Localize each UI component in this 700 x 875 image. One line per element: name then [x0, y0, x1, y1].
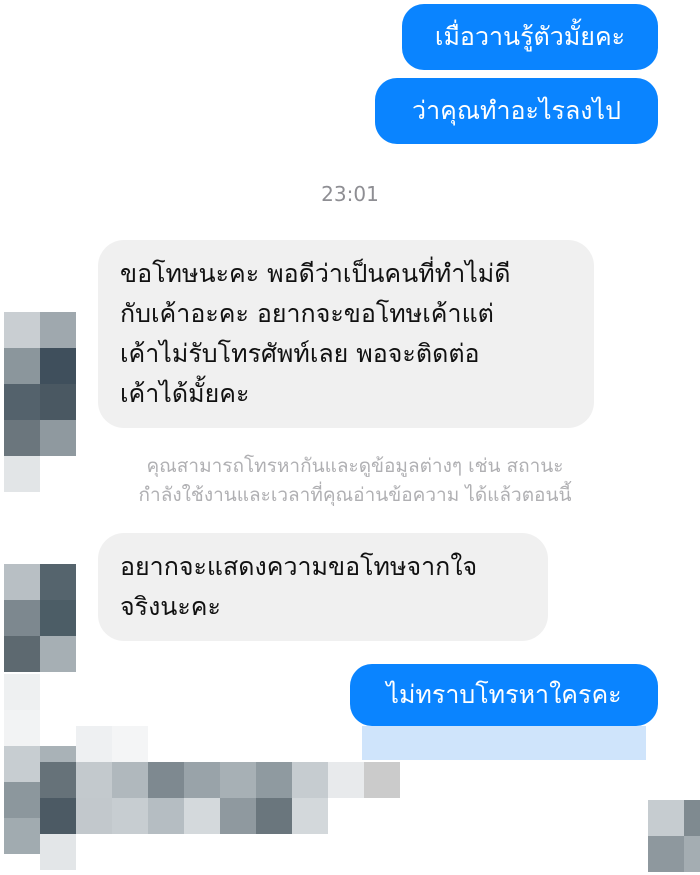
- received-message-bubble[interactable]: ขอโทษนะคะ พอดีว่าเป็นคนที่ทำไม่ดี กับเค้…: [98, 240, 594, 428]
- received-message-bubble[interactable]: อยากจะแสดงความขอโทษจากใจ จริงนะคะ: [98, 533, 548, 641]
- pixelated-composer-area: [0, 674, 700, 875]
- system-notice: คุณสามารถโทรหากันและดูข้อมูลต่างๆ เช่น ส…: [138, 455, 572, 507]
- message-timestamp: 23:01: [321, 182, 379, 206]
- sent-message-bubble[interactable]: ว่าคุณทำอะไรลงไป: [375, 78, 658, 144]
- sent-message-bubble[interactable]: เมื่อวานรู้ตัวมั้ยคะ: [402, 4, 658, 70]
- pixelated-avatar: [0, 312, 80, 492]
- pixelated-avatar: [0, 564, 80, 674]
